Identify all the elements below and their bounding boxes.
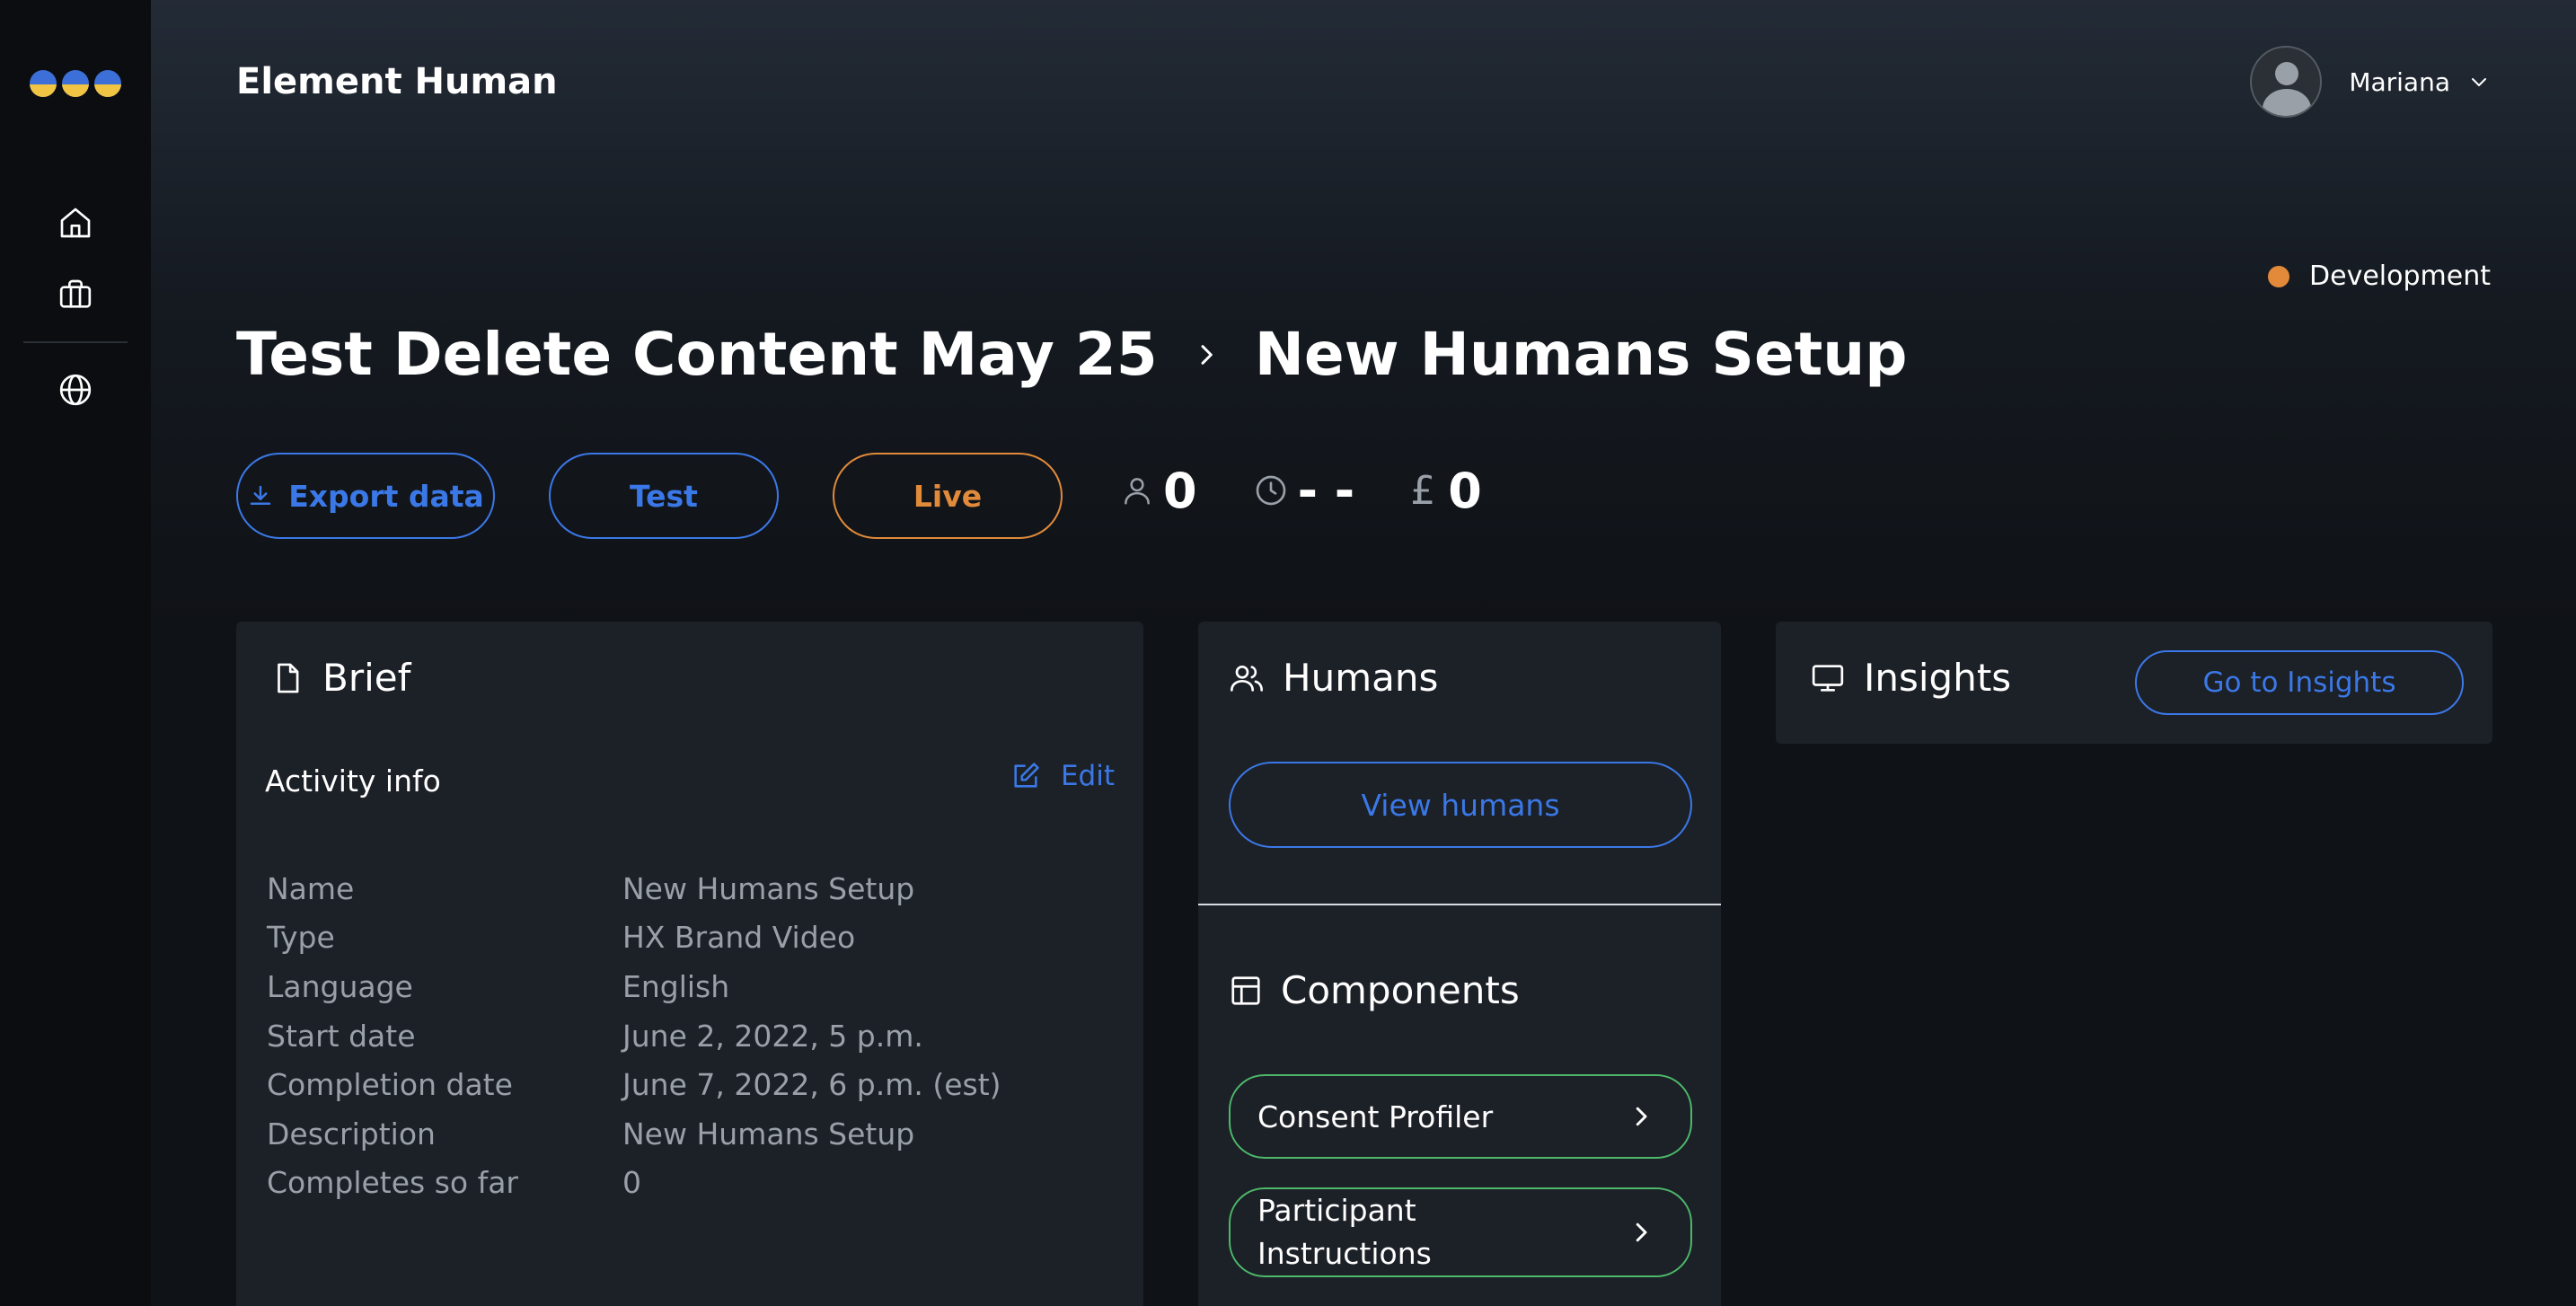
info-row: Language English (267, 962, 1001, 1011)
download-icon (250, 485, 271, 505)
info-key: Name (267, 870, 355, 906)
live-button[interactable]: Live (833, 453, 1063, 539)
component-label: Consent Profiler (1257, 1099, 1494, 1134)
document-icon (278, 663, 299, 693)
chevron-right-icon (1636, 1222, 1647, 1242)
nav-home[interactable] (50, 198, 101, 248)
edit-label: Edit (1060, 760, 1115, 792)
components-title: Components (1281, 968, 1520, 1012)
layout-icon (1231, 975, 1260, 1005)
currency-symbol: £ (1410, 467, 1436, 514)
user-icon (1125, 478, 1150, 505)
info-value: 0 (622, 1165, 641, 1201)
humans-card: Humans View humans Components Consent Pr… (1198, 622, 1721, 1306)
user-name: Mariana (2349, 66, 2450, 97)
home-icon (60, 207, 91, 238)
sidebar-divider (23, 341, 128, 343)
info-value: June 7, 2022, 6 p.m. (est) (622, 1067, 1001, 1103)
info-value: HX Brand Video (622, 920, 856, 956)
info-row: Completes so far 0 (267, 1159, 1001, 1208)
monitor-icon (1812, 664, 1844, 692)
globe-icon (59, 374, 92, 406)
clock-icon (1256, 475, 1285, 506)
humans-title: Humans (1283, 656, 1439, 700)
info-row: Name New Humans Setup (267, 864, 1001, 913)
info-key: Type (267, 920, 335, 956)
cost-value: 0 (1448, 462, 1482, 519)
environment-badge: Development (2268, 260, 2491, 292)
app-logo[interactable] (30, 70, 121, 97)
insights-card: Insights Go to Insights (1776, 622, 2492, 744)
export-data-label: Export data (288, 478, 484, 514)
components-header: Components (1229, 968, 1520, 1012)
info-key: Description (267, 1116, 436, 1152)
edit-button[interactable]: Edit (1010, 760, 1115, 792)
logo-dot (30, 70, 57, 97)
edit-icon (1014, 763, 1039, 788)
logo-dot (62, 70, 89, 97)
info-value: New Humans Setup (622, 1116, 915, 1152)
users-icon (1231, 665, 1263, 692)
briefcase-icon (59, 279, 92, 308)
view-humans-button[interactable]: View humans (1229, 762, 1692, 848)
chevron-down-icon (2472, 78, 2486, 86)
breadcrumb-parent[interactable]: Test Delete Content May 25 (236, 320, 1158, 389)
logo-dot (94, 70, 121, 97)
chevron-right-icon (1201, 344, 1213, 365)
breadcrumb: Test Delete Content May 25 New Humans Se… (236, 320, 1908, 389)
nav-global[interactable] (50, 365, 101, 415)
info-value: English (622, 968, 730, 1004)
component-label: Participant Instructions (1257, 1193, 1432, 1271)
app-title: Element Human (236, 61, 558, 102)
main-content: Element Human Mariana Development Test D… (151, 0, 2576, 1306)
stats-summary: 0 - - £ 0 (1120, 463, 1538, 519)
test-button[interactable]: Test (549, 453, 779, 539)
info-row: Start date June 2, 2022, 5 p.m. (267, 1011, 1001, 1061)
avatar (2250, 46, 2323, 118)
status-dot (2268, 265, 2290, 287)
brief-card: Brief Activity info Edit Name New Humans … (236, 622, 1143, 1306)
duration-stat: - - (1253, 462, 1355, 519)
info-key: Language (267, 968, 413, 1004)
nav-projects[interactable] (50, 269, 101, 320)
info-row: Type HX Brand Video (267, 913, 1001, 963)
humans-header: Humans (1229, 656, 1438, 700)
component-consent-profiler[interactable]: Consent Profiler (1229, 1074, 1692, 1159)
activity-info-table: Name New Humans Setup Type HX Brand Video … (267, 864, 1001, 1207)
participants-count: 0 (1163, 462, 1197, 519)
info-value: New Humans Setup (622, 870, 915, 906)
cost-stat: £ 0 (1410, 463, 1482, 519)
user-menu[interactable]: Mariana (2250, 46, 2490, 118)
info-row: Completion date June 7, 2022, 6 p.m. (est… (267, 1060, 1001, 1109)
insights-title: Insights (1864, 656, 2012, 700)
component-participant-instructions[interactable]: Participant Instructions (1229, 1187, 1692, 1277)
sidebar (0, 0, 151, 1306)
brief-title: Brief (322, 656, 411, 700)
info-key: Completes so far (267, 1165, 519, 1201)
environment-label: Development (2309, 260, 2491, 292)
activity-info-heading: Activity info (265, 763, 441, 799)
info-row: Description New Humans Setup (267, 1109, 1001, 1159)
info-key: Start date (267, 1018, 416, 1054)
section-divider (1198, 904, 1721, 905)
breadcrumb-current: New Humans Setup (1254, 320, 1908, 389)
chevron-right-icon (1636, 1107, 1647, 1126)
action-bar: Export data Test Live 0 - - £ 0 (236, 453, 1538, 539)
info-key: Completion date (267, 1067, 513, 1103)
insights-header: Insights (1810, 656, 2011, 700)
info-value: June 2, 2022, 5 p.m. (622, 1018, 923, 1054)
duration-value: - - (1297, 462, 1355, 519)
participants-stat: 0 (1120, 463, 1197, 519)
brief-header: Brief (270, 656, 410, 700)
export-data-button[interactable]: Export data (236, 453, 495, 539)
go-to-insights-button[interactable]: Go to Insights (2135, 650, 2464, 715)
